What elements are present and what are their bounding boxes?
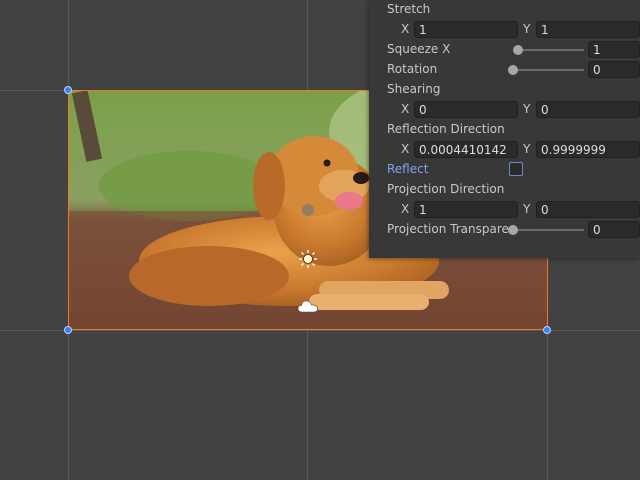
projection-x-axis-label: X xyxy=(401,202,410,216)
shearing-y-field[interactable]: 0 xyxy=(536,101,640,118)
shearing-row: Shearing xyxy=(369,80,640,100)
stretch-row: Stretch xyxy=(369,0,640,20)
cloud-icon[interactable] xyxy=(297,298,319,314)
reflect-label: Reflect xyxy=(387,162,429,176)
reflect-checkbox[interactable] xyxy=(509,162,523,176)
rotation-slider-knob[interactable] xyxy=(508,65,518,75)
projection-transparency-row: Projection Transparency 0 xyxy=(369,220,640,240)
projection-y-field[interactable]: 0 xyxy=(536,201,640,218)
shearing-label: Shearing xyxy=(387,82,441,96)
stretch-x-field[interactable]: 1 xyxy=(414,21,518,38)
projection-y-axis-label: Y xyxy=(523,202,531,216)
squeeze-x-slider-knob[interactable] xyxy=(513,45,523,55)
reflection-direction-fields-row: X 0.0004410142 Y 0.9999999 xyxy=(369,140,640,160)
reflection-direction-row: Reflection Direction xyxy=(369,120,640,140)
stretch-fields-row: X 1 Y 1 xyxy=(369,20,640,40)
reflect-row: Reflect xyxy=(369,160,640,180)
reflection-direction-label: Reflection Direction xyxy=(387,122,505,136)
rotation-row: Rotation 0 xyxy=(369,60,640,80)
reflection-x-field[interactable]: 0.0004410142 xyxy=(414,141,518,158)
projection-transparency-slider-track[interactable] xyxy=(514,229,584,231)
rotation-label: Rotation xyxy=(387,62,438,76)
resize-handle-bottom-right[interactable] xyxy=(543,326,551,334)
squeeze-x-row: Squeeze X 1 xyxy=(369,40,640,60)
shearing-fields-row: X 0 Y 0 xyxy=(369,100,640,120)
projection-x-field[interactable]: 1 xyxy=(414,201,518,218)
resize-handle-bottom-left[interactable] xyxy=(64,326,72,334)
projection-direction-label: Projection Direction xyxy=(387,182,505,196)
rotation-field[interactable]: 0 xyxy=(588,61,640,78)
projection-transparency-field[interactable]: 0 xyxy=(588,221,640,238)
shearing-x-field[interactable]: 0 xyxy=(414,101,518,118)
projection-direction-row: Projection Direction xyxy=(369,180,640,200)
reflection-y-field[interactable]: 0.9999999 xyxy=(536,141,640,158)
squeeze-x-label: Squeeze X xyxy=(387,42,451,56)
stretch-y-field[interactable]: 1 xyxy=(536,21,640,38)
reflection-x-axis-label: X xyxy=(401,142,410,156)
pivot-handle[interactable] xyxy=(302,204,314,216)
squeeze-x-slider-track[interactable] xyxy=(514,49,584,51)
projection-transparency-slider-knob[interactable] xyxy=(508,225,518,235)
inspector-panel: Stretch X 1 Y 1 Squeeze X 1 Rotation 0 S… xyxy=(369,0,640,258)
resize-handle-top-left[interactable] xyxy=(64,86,72,94)
projection-transparency-label: Projection Transparency xyxy=(387,222,509,236)
projection-direction-fields-row: X 1 Y 0 xyxy=(369,200,640,220)
shearing-y-axis-label: Y xyxy=(523,102,531,116)
reflection-y-axis-label: Y xyxy=(523,142,531,156)
sun-icon[interactable] xyxy=(298,249,318,269)
stretch-label: Stretch xyxy=(387,2,431,16)
stretch-x-axis-label: X xyxy=(401,22,410,36)
rotation-slider-track[interactable] xyxy=(514,69,584,71)
squeeze-x-field[interactable]: 1 xyxy=(588,41,640,58)
shearing-x-axis-label: X xyxy=(401,102,410,116)
stretch-y-axis-label: Y xyxy=(523,22,531,36)
